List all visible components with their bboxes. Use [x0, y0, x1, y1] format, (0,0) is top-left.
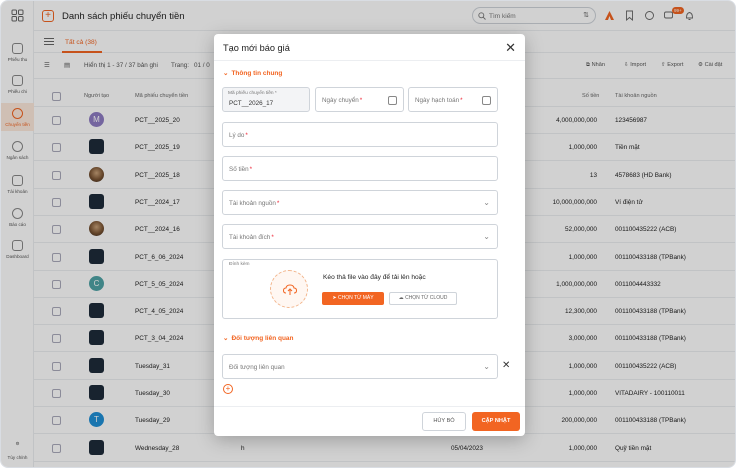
accounting-date-field[interactable]: Ngày hạch toán*: [408, 87, 498, 112]
modal-divider: [214, 60, 525, 61]
transfer-date-field[interactable]: Ngày chuyển*: [315, 87, 404, 112]
modal-footer-divider: [214, 406, 525, 407]
calendar-icon[interactable]: [482, 96, 491, 105]
attachment-dropzone[interactable]: Đính kèm Kéo thả file vào đây để tải lên…: [222, 259, 498, 319]
chevron-down-icon: ⌄: [483, 198, 490, 207]
section-related[interactable]: Đối tượng liên quan: [223, 334, 293, 342]
source-account-select[interactable]: Tài khoản nguồn* ⌄: [222, 190, 498, 215]
choose-from-cloud-button[interactable]: ☁ CHỌN TỪ CLOUD: [389, 292, 457, 305]
modal-title: Tạo mới báo giá: [223, 43, 290, 53]
amount-field[interactable]: Số tiền*: [222, 156, 498, 181]
code-field: Mã phiếu chuyển tiền * PCT__2026_17: [222, 87, 310, 112]
target-account-select[interactable]: Tài khoản đích* ⌄: [222, 224, 498, 249]
chevron-down-icon: ⌄: [483, 232, 490, 241]
choose-from-device-button[interactable]: ➤ CHỌN TỪ MÁY: [322, 292, 384, 305]
upload-cloud-icon: [270, 270, 308, 308]
create-modal: Tạo mới báo giá ✕ Thông tin chung Mã phi…: [214, 34, 525, 436]
add-related-icon[interactable]: +: [223, 384, 233, 394]
update-button[interactable]: CẬP NHẬT: [472, 412, 520, 431]
dropzone-text: Kéo thả file vào đây để tải lên hoặc: [323, 274, 426, 281]
calendar-icon[interactable]: [388, 96, 397, 105]
related-object-select[interactable]: Đối tượng liên quan ⌄: [222, 354, 498, 379]
reason-field[interactable]: Lý do*: [222, 122, 498, 147]
app-window: Phiếu thu Phiếu chi Chuyển tiền Ngân sác…: [0, 0, 736, 468]
close-icon[interactable]: ✕: [505, 41, 516, 54]
cancel-button[interactable]: HỦY BỎ: [422, 412, 466, 431]
chevron-down-icon: ⌄: [483, 362, 490, 371]
remove-related-icon[interactable]: ✕: [502, 360, 510, 371]
section-general[interactable]: Thông tin chung: [223, 69, 282, 77]
